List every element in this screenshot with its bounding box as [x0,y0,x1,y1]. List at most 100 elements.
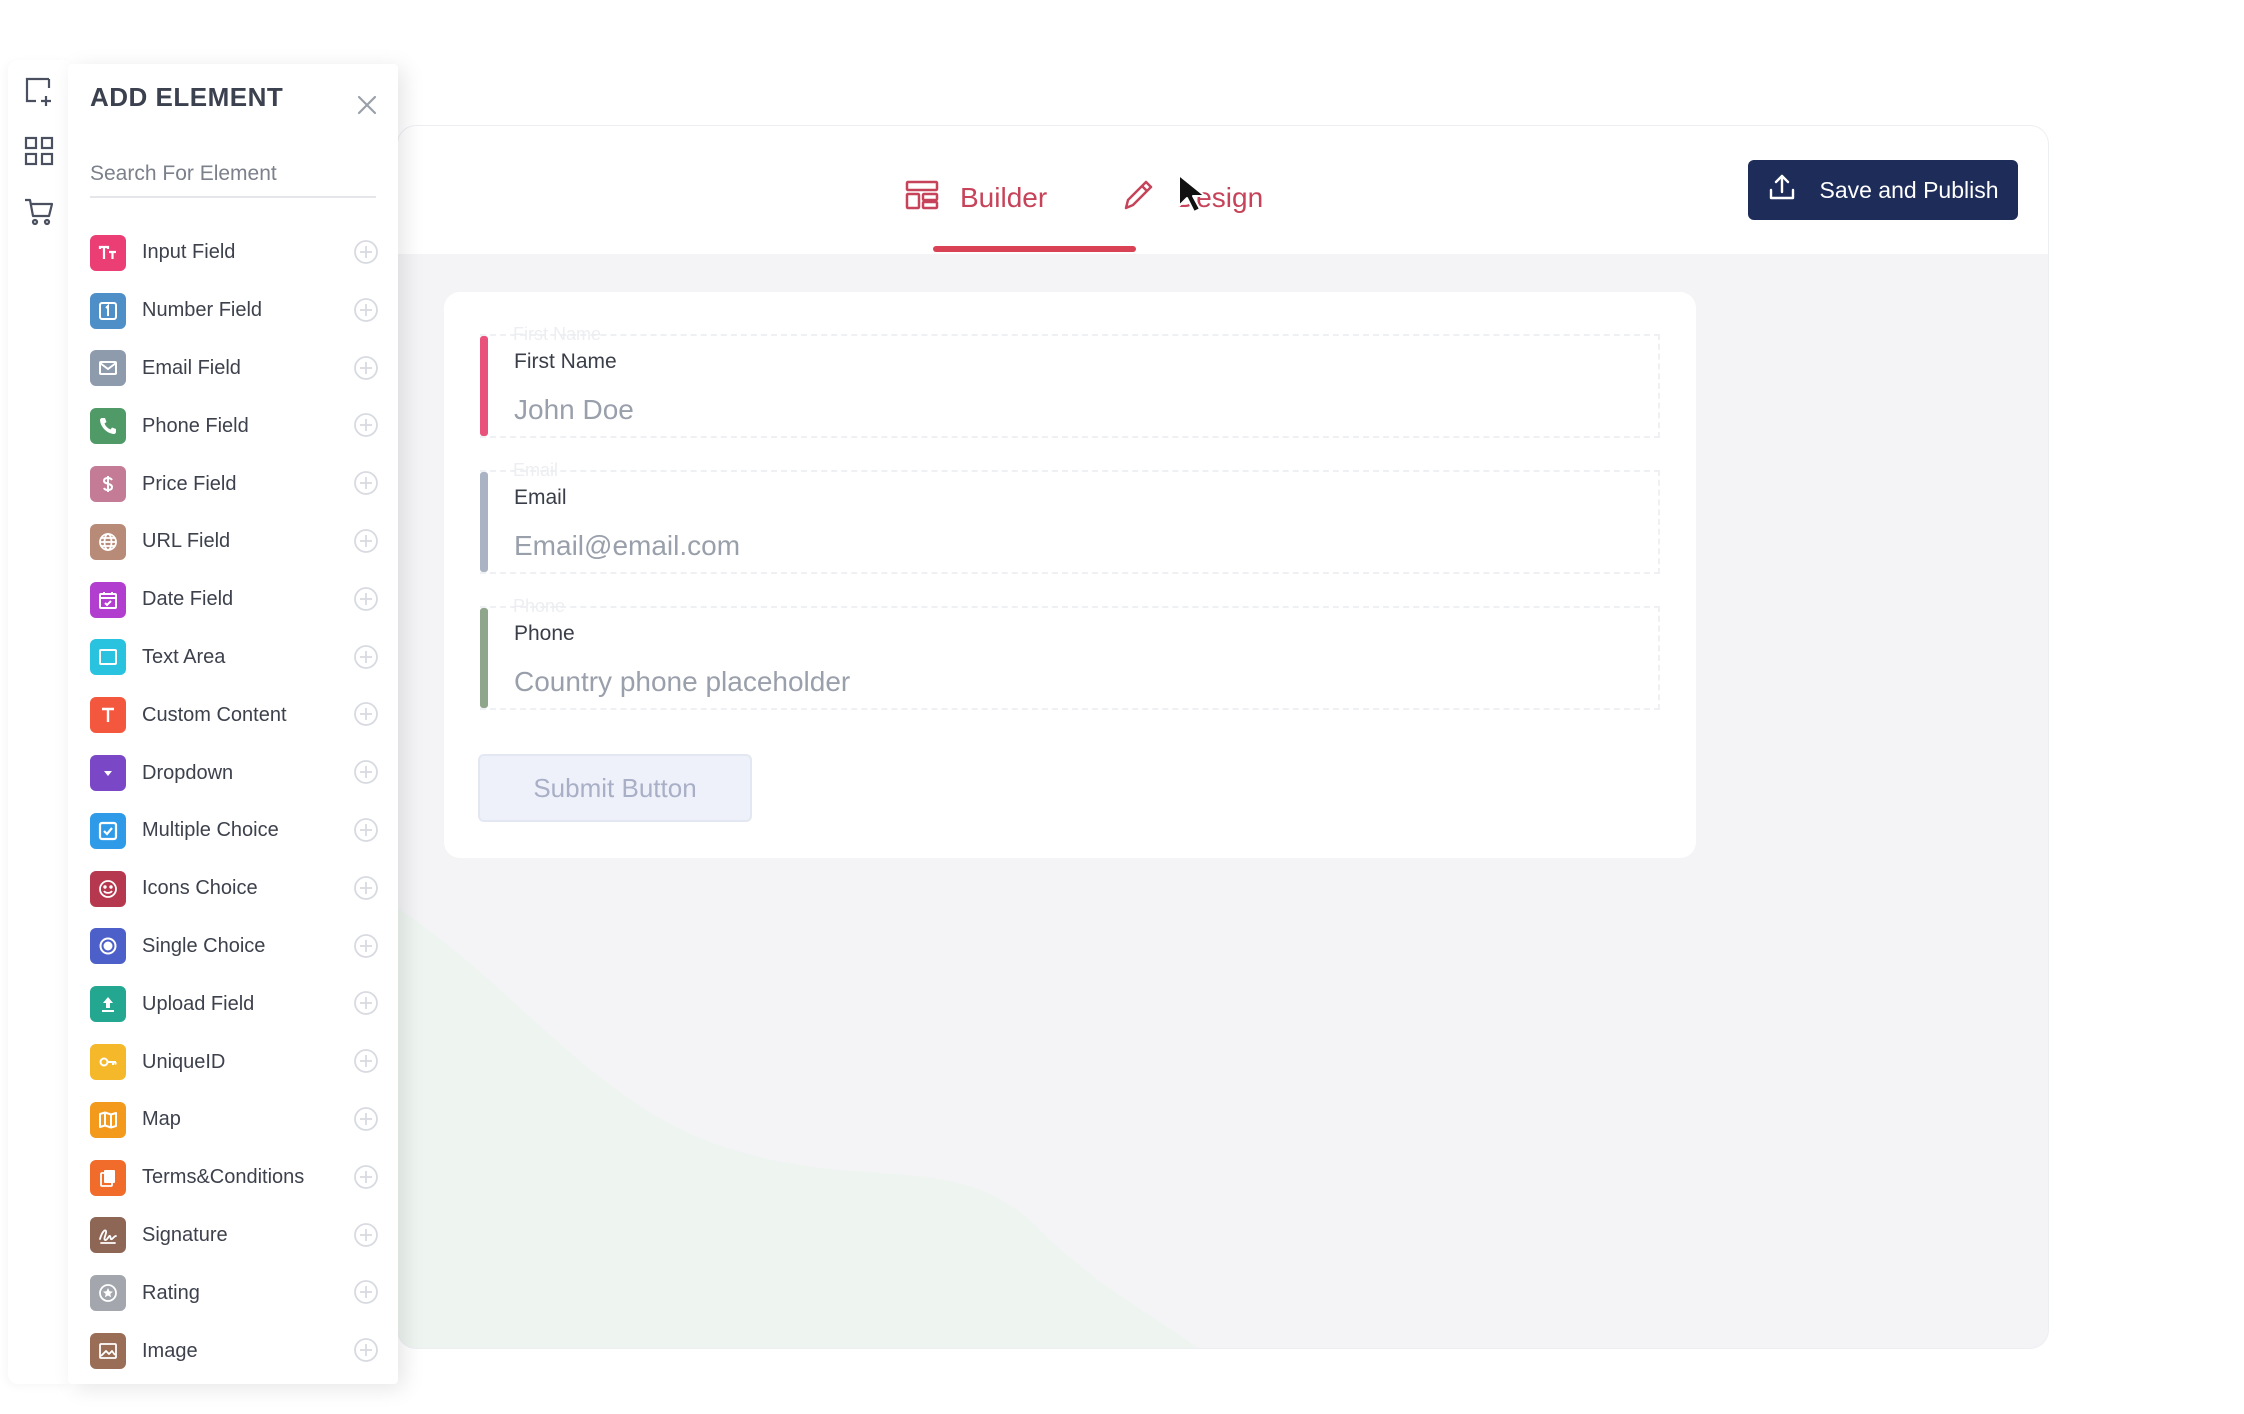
key-icon [90,1044,126,1081]
form-field-phone[interactable]: Phone Phone Country phone placeholder [480,596,1660,710]
pencil-icon [1120,177,1156,220]
element-item-upload-field[interactable]: Upload Field [90,975,380,1033]
envelope-icon [90,350,126,387]
plus-circle-icon[interactable] [352,1221,380,1249]
active-tab-indicator [933,246,1136,252]
element-item-multiple-choice[interactable]: Multiple Choice [90,802,380,860]
element-item-label: Single Choice [142,934,266,957]
field-placeholder: John Doe [514,394,634,425]
element-item-label: Email Field [142,356,241,379]
plus-circle-icon[interactable] [352,932,380,960]
top-toolbar: Builder Design Save and Publish [398,126,2048,254]
tab-design-label: Design [1176,182,1264,213]
plus-circle-icon[interactable] [352,354,380,382]
submit-button[interactable]: Submit Button [478,754,752,822]
element-item-custom-content[interactable]: Custom Content [90,686,380,744]
element-item-label: Rating [142,1281,200,1304]
textarea-icon [90,639,126,676]
save-and-publish-label: Save and Publish [1819,176,1999,203]
element-item-single-choice[interactable]: Single Choice [90,918,380,976]
plus-circle-icon[interactable] [352,1336,380,1364]
star-icon [90,1275,126,1312]
element-item-rating[interactable]: Rating [90,1264,380,1322]
plus-circle-icon[interactable] [352,989,380,1017]
element-item-label: Terms&Conditions [142,1166,305,1189]
field-accent-bar [480,336,488,436]
search-element-input[interactable] [90,152,376,198]
add-element-panel: ADD ELEMENT Input Field Number Field Ema… [68,64,398,1384]
form-field-first-name[interactable]: First Name First Name John Doe [480,324,1660,438]
upload-icon [1767,172,1797,208]
field-label: Email [514,486,567,509]
plus-circle-icon[interactable] [352,296,380,324]
element-item-terms-conditions[interactable]: Terms&Conditions [90,1149,380,1207]
globe-icon [90,523,126,560]
field-ghost-label: First Name [513,324,602,344]
text-t-icon [90,697,126,734]
element-item-date-field[interactable]: Date Field [90,571,380,629]
field-accent-bar [480,608,488,708]
field-ghost-label: Phone [513,596,566,616]
plus-circle-icon[interactable] [352,585,380,613]
cart-icon[interactable] [22,194,56,228]
radio-icon [90,928,126,965]
element-item-url-field[interactable]: URL Field [90,513,380,571]
plus-circle-icon[interactable] [352,816,380,844]
dollar-icon [90,466,126,503]
element-item-price-field[interactable]: Price Field [90,455,380,513]
element-item-phone-field[interactable]: Phone Field [90,397,380,455]
plus-circle-icon[interactable] [352,1105,380,1133]
text-input-icon [90,234,126,271]
element-item-label: Upload Field [142,992,255,1015]
plus-circle-icon[interactable] [352,1047,380,1075]
plus-circle-icon[interactable] [352,1278,380,1306]
element-item-email-field[interactable]: Email Field [90,340,380,398]
plus-circle-icon[interactable] [352,238,380,266]
plus-circle-icon[interactable] [352,1163,380,1191]
field-placeholder: Country phone placeholder [514,666,851,697]
panel-title: ADD ELEMENT [90,82,284,112]
element-item-number-field[interactable]: Number Field [90,282,380,340]
element-item-label: UniqueID [142,1050,226,1073]
element-item-dropdown[interactable]: Dropdown [90,744,380,802]
element-item-text-area[interactable]: Text Area [90,629,380,687]
element-item-map[interactable]: Map [90,1091,380,1149]
add-element-icon[interactable] [22,74,56,108]
tab-design[interactable]: Design [1120,168,1263,228]
plus-circle-icon[interactable] [352,874,380,902]
layout-icon [904,177,940,220]
field-placeholder: Email@email.com [514,530,741,561]
element-item-uniqueid[interactable]: UniqueID [90,1033,380,1091]
plus-circle-icon[interactable] [352,527,380,555]
map-icon [90,1101,126,1138]
plus-circle-icon[interactable] [352,411,380,439]
number-icon [90,292,126,329]
plus-circle-icon[interactable] [352,700,380,728]
field-ghost-label: Email [513,460,559,480]
left-icon-rail [8,60,70,1384]
element-item-input-field[interactable]: Input Field [90,224,380,282]
element-item-label: Signature [142,1223,228,1246]
element-item-image[interactable]: Image [90,1322,380,1380]
tab-builder[interactable]: Builder [904,168,1047,228]
image-icon [90,1333,126,1370]
phone-icon [90,408,126,445]
tab-builder-label: Builder [960,182,1048,213]
grid-icon[interactable] [22,134,56,168]
plus-circle-icon[interactable] [352,469,380,497]
element-item-signature[interactable]: Signature [90,1207,380,1265]
close-icon[interactable] [354,92,380,118]
plus-circle-icon[interactable] [352,643,380,671]
document-icon [90,1159,126,1196]
plus-circle-icon[interactable] [352,758,380,786]
element-item-icons-choice[interactable]: Icons Choice [90,860,380,918]
field-accent-bar [480,472,488,572]
smiley-icon [90,870,126,907]
form-builder-window: Builder Design Save and Publish First Na… [398,126,2048,1348]
upload-icon [90,986,126,1023]
element-item-label: Number Field [142,299,263,322]
form-field-email[interactable]: Email Email Email@email.com [480,460,1660,574]
element-item-label: Input Field [142,241,236,264]
element-list: Input Field Number Field Email Field Pho… [90,224,380,1380]
save-and-publish-button[interactable]: Save and Publish [1748,160,2018,220]
